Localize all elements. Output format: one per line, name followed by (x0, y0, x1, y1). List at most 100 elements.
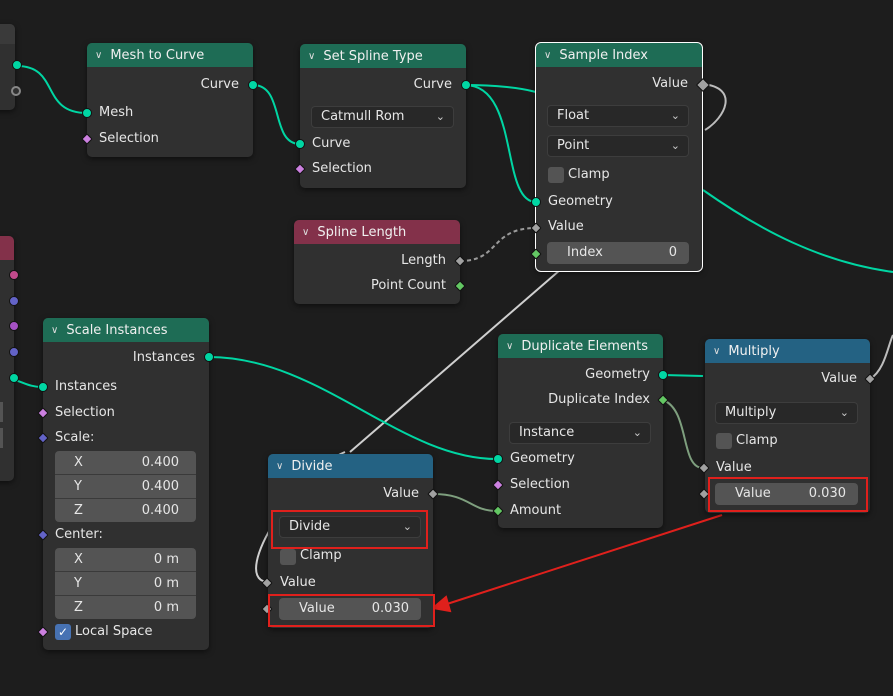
socket-partial-2[interactable] (9, 296, 19, 306)
output-label: Value (652, 76, 688, 91)
index-field[interactable]: Index 0 (547, 242, 689, 264)
input-label: Selection (312, 161, 372, 176)
output-label: Value (383, 486, 419, 501)
scale-vector[interactable]: X 0.400 Y 0.400 Z 0.400 (55, 451, 196, 522)
domain-dropdown[interactable]: Instance ⌄ (509, 422, 651, 444)
dropdown-value: Instance (519, 425, 575, 440)
domain-dropdown[interactable]: Point ⌄ (547, 135, 689, 157)
annotation-arrow-2 (446, 514, 723, 605)
node-header[interactable]: ∨ Multiply (705, 339, 870, 363)
partial-field-1[interactable] (0, 402, 3, 422)
axis-label: Y (74, 479, 82, 494)
link-curve-2 (464, 84, 537, 203)
socket-curve-in[interactable] (295, 139, 305, 149)
local-space-checkbox[interactable]: ✓ (55, 624, 71, 640)
output-label: Length (401, 253, 446, 268)
scale-x-field[interactable]: X 0.400 (55, 451, 196, 475)
chevron-down-icon: ⌄ (670, 139, 680, 152)
axis-value: 0.400 (141, 479, 179, 494)
node-duplicate-elements[interactable]: ∨ Duplicate Elements Geometry Duplicate I… (498, 334, 663, 528)
scale-z-field[interactable]: Z 0.400 (55, 499, 196, 522)
node-header[interactable]: ∨ Sample Index (536, 43, 702, 67)
link-length (459, 227, 537, 262)
socket-curve-out[interactable] (248, 80, 258, 90)
data-type-dropdown[interactable]: Float ⌄ (547, 105, 689, 127)
checkbox-label: Clamp (736, 433, 778, 448)
socket-instances-out[interactable] (204, 352, 214, 362)
annotation-box-multiply-value (708, 477, 868, 512)
output-label: Duplicate Index (548, 392, 650, 407)
socket-partial-out[interactable] (12, 60, 22, 70)
center-z-field[interactable]: Z 0 m (55, 596, 196, 619)
node-title: Multiply (728, 343, 780, 359)
collapse-chevron-icon[interactable]: ∨ (506, 341, 513, 352)
socket-partial-grey[interactable] (11, 86, 21, 96)
clamp-checkbox[interactable] (280, 549, 296, 565)
center-x-field[interactable]: X 0 m (55, 548, 196, 572)
dropdown-value: Float (557, 108, 590, 123)
collapse-chevron-icon[interactable]: ∨ (302, 227, 309, 238)
link-dup-index (662, 399, 704, 469)
partial-field-2[interactable] (0, 428, 3, 448)
node-header[interactable]: ∨ Spline Length (294, 220, 460, 244)
field-value: 0 (668, 245, 677, 260)
dropdown-value: Point (557, 138, 590, 153)
socket-mesh-in[interactable] (82, 108, 92, 118)
output-label: Curve (200, 77, 239, 92)
collapse-chevron-icon[interactable]: ∨ (51, 325, 58, 336)
input-label: Instances (55, 379, 118, 394)
operation-dropdown[interactable]: Multiply ⌄ (715, 402, 858, 424)
clamp-checkbox[interactable] (548, 167, 564, 183)
axis-value: 0.400 (141, 503, 179, 518)
socket-partial-1[interactable] (9, 270, 19, 280)
input-label: Mesh (99, 105, 134, 120)
spline-type-dropdown[interactable]: Catmull Rom ⌄ (311, 106, 454, 128)
scale-y-field[interactable]: Y 0.400 (55, 475, 196, 499)
node-set-spline-type[interactable]: ∨ Set Spline Type Curve Catmull Rom ⌄ Curv… (300, 44, 466, 188)
socket-instances-in[interactable] (38, 382, 48, 392)
axis-label: Z (74, 600, 83, 615)
socket-geometry-in[interactable] (531, 197, 541, 207)
node-header[interactable]: ∨ Duplicate Elements (498, 334, 663, 358)
axis-label: X (74, 455, 83, 470)
annotation-box-divide-operation (271, 510, 428, 549)
dropdown-value: Catmull Rom (321, 109, 405, 124)
axis-label: X (74, 552, 83, 567)
node-spline-length[interactable]: ∨ Spline Length Length Point Count (294, 220, 460, 304)
center-y-field[interactable]: Y 0 m (55, 572, 196, 596)
input-label: Selection (55, 405, 115, 420)
collapse-chevron-icon[interactable]: ∨ (713, 346, 720, 357)
input-label: Value (548, 219, 584, 234)
socket-partial-4[interactable] (9, 347, 19, 357)
socket-geometry-out[interactable] (658, 370, 668, 380)
link-amount (432, 493, 498, 512)
field-label: Index (567, 245, 603, 260)
socket-partial-3[interactable] (9, 321, 19, 331)
checkbox-label: Local Space (75, 624, 153, 639)
output-label: Value (821, 371, 857, 386)
socket-partial-5[interactable] (9, 373, 19, 383)
node-scale-instances[interactable]: ∨ Scale Instances Instances Instances Sel… (43, 318, 209, 650)
node-mesh-to-curve[interactable]: ∨ Mesh to Curve Curve Mesh Selection (87, 43, 253, 157)
node-title: Sample Index (559, 47, 648, 63)
collapse-chevron-icon[interactable]: ∨ (308, 51, 315, 62)
node-header[interactable]: ∨ Divide (268, 454, 433, 478)
node-sample-index[interactable]: ∨ Sample Index Value Float ⌄ Point ⌄ Clamp … (535, 42, 703, 272)
collapse-chevron-icon[interactable]: ∨ (276, 461, 283, 472)
center-vector[interactable]: X 0 m Y 0 m Z 0 m (55, 548, 196, 619)
node-header[interactable]: ∨ Scale Instances (43, 318, 209, 342)
node-title: Divide (291, 458, 333, 474)
input-label: Value (716, 460, 752, 475)
link-instances (208, 356, 498, 460)
collapse-chevron-icon[interactable]: ∨ (544, 50, 551, 61)
socket-curve-out[interactable] (461, 80, 471, 90)
input-label: Scale: (55, 430, 95, 445)
node-header[interactable]: ∨ Set Spline Type (300, 44, 466, 68)
collapse-chevron-icon[interactable]: ∨ (95, 50, 102, 61)
checkmark-icon: ✓ (57, 625, 69, 639)
socket-geometry-in[interactable] (493, 454, 503, 464)
input-label: Value (280, 575, 316, 590)
input-label: Geometry (510, 451, 575, 466)
node-header[interactable]: ∨ Mesh to Curve (87, 43, 253, 67)
clamp-checkbox[interactable] (716, 433, 732, 449)
